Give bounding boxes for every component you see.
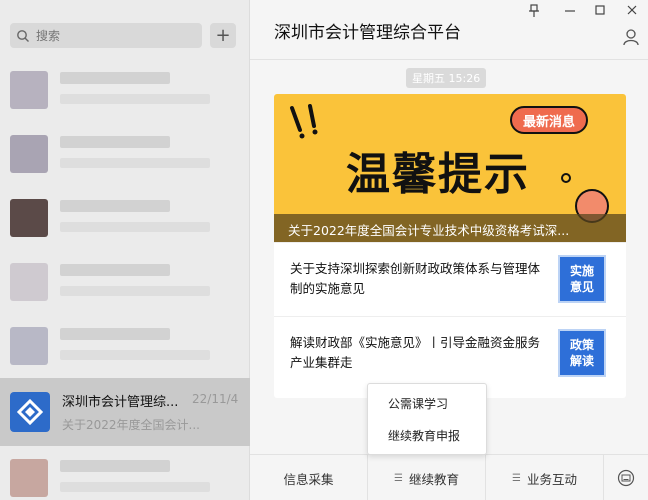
menu-lines-icon: ☰ <box>394 472 403 484</box>
search-icon <box>17 29 29 42</box>
keyboard-icon <box>617 469 635 486</box>
chat-item[interactable] <box>0 186 250 250</box>
article-banner[interactable]: 温馨提示 最新消息 关于2022年度全国会计专业技术中级资格考试深... <box>274 94 626 242</box>
keyboard-toggle[interactable] <box>604 455 648 500</box>
exclaim-marks-icon <box>290 104 318 139</box>
tab-continuing-education[interactable]: ☰ 继续教育 <box>368 455 486 500</box>
chat-preview: 关于2022年度全国会计... <box>62 418 200 432</box>
submenu-popup: 公需课学习 继续教育申报 <box>367 383 487 455</box>
chat-item-active[interactable]: 深圳市会计管理综... 22/11/4 关于2022年度全国会计... <box>0 378 250 446</box>
chat-item[interactable] <box>0 58 250 122</box>
news-title: 解读财政部《实施意见》丨引导金融资金服务产业集群走 <box>290 335 541 370</box>
news-thumbnail: 政策 解读 <box>558 329 606 377</box>
menu-bar: 信息采集 ☰ 继续教育 ☰ 业务互动 <box>250 454 648 500</box>
latest-news-badge: 最新消息 <box>510 106 588 134</box>
pin-icon[interactable] <box>528 4 540 18</box>
banner-caption: 关于2022年度全国会计专业技术中级资格考试深... <box>274 214 626 242</box>
chat-preview-blurred <box>60 158 210 168</box>
chat-name-blurred <box>60 200 170 212</box>
avatar <box>10 327 48 365</box>
maximize-icon[interactable] <box>594 4 606 16</box>
avatar <box>10 135 48 173</box>
platform-logo-avatar <box>10 392 50 432</box>
tab-info-collection[interactable]: 信息采集 <box>250 455 368 500</box>
chat-preview-blurred <box>60 222 210 232</box>
tab-label: 业务互动 <box>526 471 577 487</box>
banner-heading: 温馨提示 <box>346 149 530 200</box>
title-bar: 深圳市会计管理综合平台 <box>250 0 648 60</box>
news-thumbnail: 实施 意见 <box>558 255 606 303</box>
tab-business-interaction[interactable]: ☰ 业务互动 <box>486 455 604 500</box>
search-input[interactable] <box>36 28 186 43</box>
chat-name-blurred <box>60 136 170 148</box>
thumb-label-top: 政策 <box>569 338 594 352</box>
chat-name-blurred <box>60 72 170 84</box>
chat-title: 深圳市会计管理综合平台 <box>274 23 461 43</box>
chat-list: 深圳市会计管理综... 22/11/4 关于2022年度全国会计... <box>0 58 250 500</box>
avatar <box>10 71 48 109</box>
menu-item-education-application[interactable]: 继续教育申报 <box>368 420 486 452</box>
close-icon[interactable] <box>626 4 638 16</box>
menu-item-public-course[interactable]: 公需课学习 <box>368 388 486 420</box>
chat-name-blurred <box>60 460 170 472</box>
chat-item[interactable] <box>0 446 250 500</box>
chat-preview-blurred <box>60 286 210 296</box>
chat-preview-blurred <box>60 482 210 492</box>
chat-name-blurred <box>60 264 170 276</box>
tab-label: 信息采集 <box>283 471 334 487</box>
minimize-icon[interactable] <box>564 4 576 16</box>
news-item[interactable]: 解读财政部《实施意见》丨引导金融资金服务产业集群走 政策 解读 <box>274 316 626 390</box>
message-timestamp: 星期五 15:26 <box>406 68 487 88</box>
chat-item[interactable] <box>0 122 250 186</box>
thumb-label-bottom: 意见 <box>569 280 594 294</box>
search-box[interactable] <box>10 23 202 48</box>
chat-preview-blurred <box>60 350 210 360</box>
diamond-logo-icon <box>17 399 43 425</box>
chat-list-panel: + <box>0 0 250 500</box>
chat-item[interactable] <box>0 250 250 314</box>
profile-icon[interactable] <box>622 28 640 46</box>
chat-name-blurred <box>60 328 170 340</box>
thumb-label-bottom: 解读 <box>569 354 594 368</box>
news-item[interactable]: 关于支持深圳探索创新财政政策体系与管理体制的实施意见 实施 意见 <box>274 242 626 316</box>
menu-lines-icon: ☰ <box>512 472 521 484</box>
tab-label: 继续教育 <box>408 471 459 487</box>
news-title: 关于支持深圳探索创新财政政策体系与管理体制的实施意见 <box>290 261 541 296</box>
article-card[interactable]: 温馨提示 最新消息 关于2022年度全国会计专业技术中级资格考试深... 关于支… <box>274 94 626 398</box>
thumb-label-top: 实施 <box>569 264 594 278</box>
avatar <box>10 199 48 237</box>
chat-preview-blurred <box>60 94 210 104</box>
add-button[interactable]: + <box>210 23 236 48</box>
avatar <box>10 459 48 497</box>
chat-item[interactable] <box>0 314 250 378</box>
avatar <box>10 263 48 301</box>
chat-date: 22/11/4 <box>192 392 239 406</box>
chat-name: 深圳市会计管理综... <box>62 395 179 410</box>
